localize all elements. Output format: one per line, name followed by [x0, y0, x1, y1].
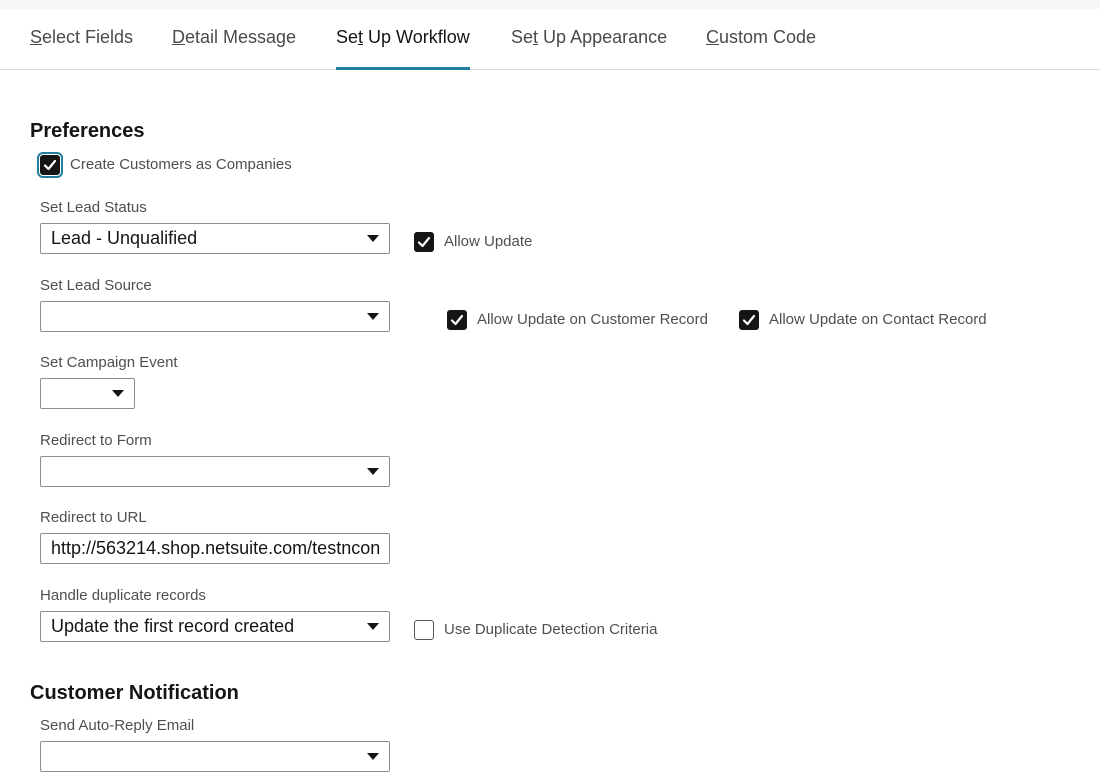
tab-accel: S — [30, 27, 43, 47]
duplicates-value: Update the first record created — [51, 616, 295, 636]
checkmark-icon — [417, 236, 431, 248]
chevron-down-icon — [367, 753, 379, 760]
checkmark-icon — [450, 314, 464, 326]
tab-custom-code[interactable]: Custom Code — [706, 9, 816, 69]
tab-set-up-workflow[interactable]: Set Up Workflow — [336, 9, 470, 70]
redirect-form-label: Redirect to Form — [40, 432, 152, 449]
create-customers-as-companies-label[interactable]: Create Customers as Companies — [70, 156, 292, 173]
preferences-heading: Preferences — [30, 120, 145, 142]
customer-notification-heading: Customer Notification — [30, 682, 239, 704]
allow-update-checkbox[interactable] — [414, 232, 434, 252]
lead-status-label: Set Lead Status — [40, 199, 147, 216]
use-duplicate-detection-label[interactable]: Use Duplicate Detection Criteria — [444, 621, 657, 638]
tab-label: elect Fields — [42, 27, 134, 47]
redirect-url-label: Redirect to URL — [40, 509, 147, 526]
tab-detail-message[interactable]: Detail Message — [172, 9, 296, 69]
campaign-event-select[interactable] — [40, 378, 135, 409]
tab-label: Up Workflow — [363, 27, 470, 47]
allow-update-contact-record-label[interactable]: Allow Update on Contact Record — [769, 311, 987, 328]
tab-label-prefix: Se — [336, 27, 359, 47]
chevron-down-icon — [112, 390, 124, 397]
chevron-down-icon — [367, 468, 379, 475]
allow-update-customer-record-label[interactable]: Allow Update on Customer Record — [477, 311, 708, 328]
redirect-url-value: http://563214.shop.netsuite.com/testncon — [51, 538, 381, 558]
tab-label: Up Appearance — [538, 27, 668, 47]
campaign-event-label: Set Campaign Event — [40, 354, 178, 371]
auto-reply-label: Send Auto-Reply Email — [40, 717, 195, 734]
allow-update-label[interactable]: Allow Update — [444, 233, 532, 250]
lead-source-select[interactable] — [40, 301, 390, 332]
checkmark-icon — [742, 314, 756, 326]
tab-accel: D — [172, 27, 185, 47]
use-duplicate-detection-checkbox[interactable] — [414, 620, 434, 640]
allow-update-contact-record-checkbox[interactable] — [739, 310, 759, 330]
duplicates-label: Handle duplicate records — [40, 587, 206, 604]
top-strip — [0, 0, 1100, 9]
tab-bar: Select Fields Detail Message Set Up Work… — [0, 9, 1100, 70]
create-customers-as-companies-checkbox[interactable] — [37, 152, 63, 178]
redirect-form-select[interactable] — [40, 456, 390, 487]
redirect-url-input[interactable]: http://563214.shop.netsuite.com/testncon — [40, 533, 390, 564]
checkmark-icon — [43, 159, 57, 171]
duplicates-select[interactable]: Update the first record created — [40, 611, 390, 642]
allow-update-customer-record-checkbox[interactable] — [447, 310, 467, 330]
tab-select-fields[interactable]: Select Fields — [30, 9, 133, 69]
chevron-down-icon — [367, 235, 379, 242]
lead-status-select[interactable]: Lead - Unqualified — [40, 223, 390, 254]
chevron-down-icon — [367, 623, 379, 630]
tab-label: etail Message — [185, 27, 297, 47]
auto-reply-select[interactable] — [40, 741, 390, 772]
tab-accel: C — [706, 27, 719, 47]
chevron-down-icon — [367, 313, 379, 320]
tab-label-prefix: Se — [511, 27, 534, 47]
lead-status-value: Lead - Unqualified — [51, 228, 198, 248]
tab-label: ustom Code — [719, 27, 817, 47]
lead-source-label: Set Lead Source — [40, 277, 152, 294]
tab-set-up-appearance[interactable]: Set Up Appearance — [511, 9, 667, 69]
